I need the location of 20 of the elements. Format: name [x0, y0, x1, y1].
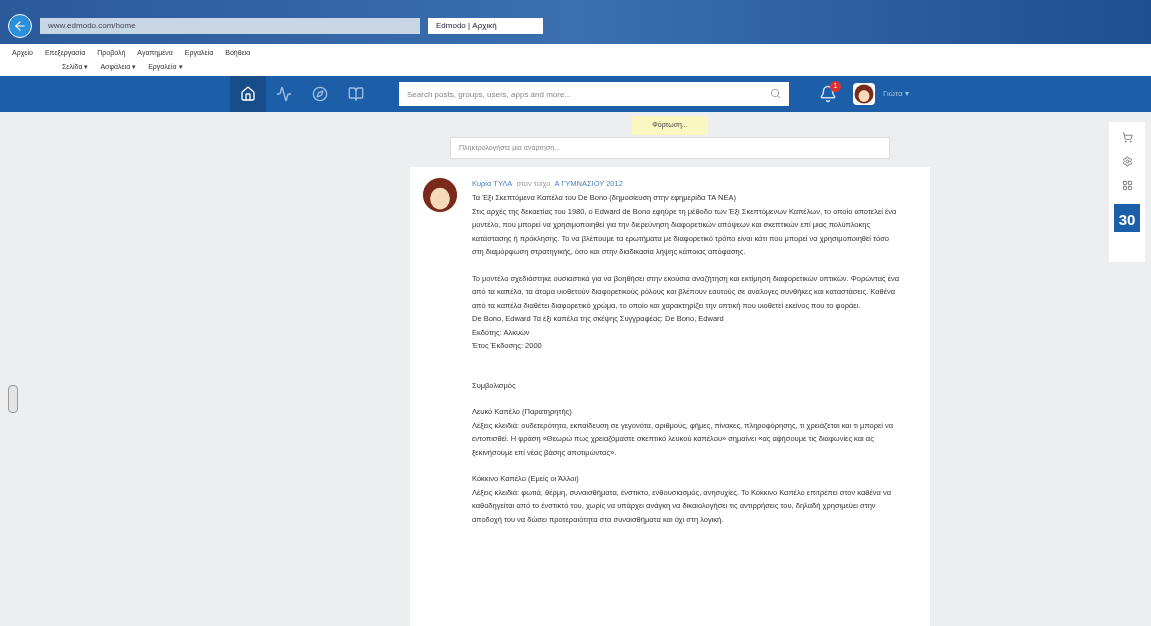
user-menu[interactable]: Γιώτα ▾: [883, 88, 909, 100]
back-icon: [13, 19, 27, 33]
activity-icon: [276, 86, 292, 102]
author-avatar: [422, 176, 458, 213]
back-button[interactable]: [8, 14, 32, 38]
discover-icon: [312, 86, 328, 102]
cart-icon[interactable]: [1121, 132, 1133, 143]
search-icon: [770, 88, 781, 99]
grid-icon[interactable]: [1121, 180, 1133, 191]
notification-icon[interactable]: [819, 85, 837, 103]
side-handle[interactable]: [8, 385, 18, 413]
calendar-button[interactable]: 30: [1114, 204, 1140, 232]
library-icon: [348, 86, 364, 102]
browser-tab[interactable]: Edmodo | Αρχική: [428, 18, 543, 34]
home-nav-button[interactable]: [230, 76, 266, 112]
settings-icon[interactable]: [1121, 156, 1133, 167]
home-icon: [240, 86, 256, 102]
address-field[interactable]: www.edmodo.com/home: [40, 18, 420, 34]
avatar: [854, 84, 874, 104]
search-field[interactable]: Search posts, groups, users, apps and more...: [399, 82, 789, 106]
